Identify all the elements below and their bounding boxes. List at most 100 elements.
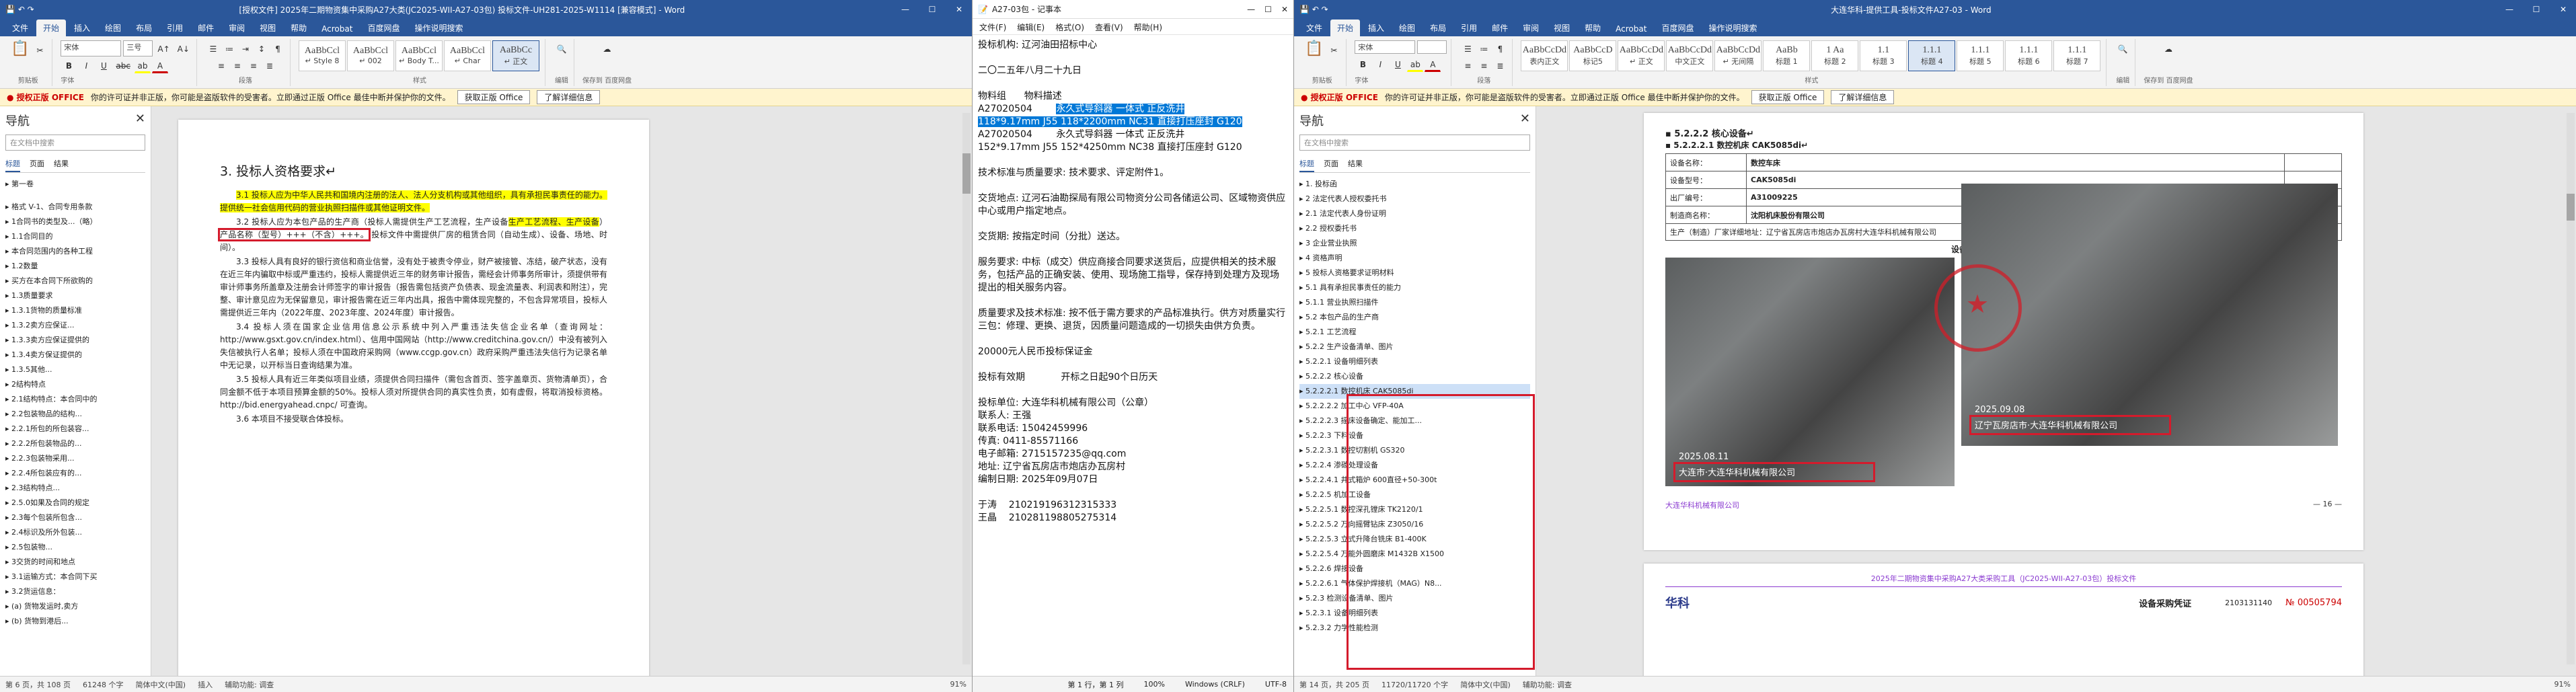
nav-tab[interactable]: 结果	[54, 156, 69, 172]
align-center-icon[interactable]: ≡	[229, 57, 245, 73]
nav-heading-item[interactable]: ▸ 2.2.4所包装应有的...	[5, 466, 145, 481]
justify-icon[interactable]: ≣	[1492, 57, 1508, 73]
minimize-button[interactable]: —	[2502, 5, 2517, 14]
nav-tab[interactable]: 页面	[1324, 156, 1338, 172]
get-office-button[interactable]: 获取正版 Office	[1751, 90, 1825, 104]
ribbon-tab[interactable]: 文件	[1299, 20, 1329, 36]
justify-icon[interactable]: ≣	[262, 57, 278, 73]
paste-button[interactable]: 📋	[8, 40, 32, 56]
nav-heading-item[interactable]: ▸ 3.1运输方式：本合同下买	[5, 570, 145, 584]
style-gallery-item[interactable]: AaBbCcD 标记5	[1569, 40, 1617, 71]
nav-search-input[interactable]: 在文档中搜索	[1299, 134, 1530, 151]
nav-heading-item[interactable]: ▸ 1.3.1货物的质量标准	[5, 303, 145, 318]
align-center-icon[interactable]: ≡	[1476, 57, 1492, 73]
nav-heading-item[interactable]: ▸ 第一卷	[5, 177, 145, 192]
bold-button[interactable]: B	[61, 57, 77, 73]
zoom-level[interactable]: 91%	[950, 680, 967, 689]
ribbon-tab[interactable]: 插入	[1361, 20, 1391, 36]
ribbon-tab[interactable]: 审阅	[1516, 20, 1546, 36]
style-gallery-item[interactable]: AaBbCcDd 中文正文	[1666, 40, 1714, 71]
shrink-font-button[interactable]: A↓	[175, 40, 192, 56]
bullets-icon[interactable]: ☰	[1460, 40, 1476, 56]
page-count[interactable]: 第 14 页，共 205 页	[1299, 679, 1369, 690]
vertical-scrollbar[interactable]	[962, 113, 971, 664]
ribbon-tab[interactable]: 百度网盘	[361, 20, 406, 36]
nav-heading-item[interactable]: ▸ 2 法定代表人授权委托书	[1299, 192, 1530, 206]
nav-heading-item[interactable]: ▸ (a) 货物发运时,卖方	[5, 599, 145, 614]
nav-heading-item[interactable]: ▸ 2.1结构特点：本合同中的	[5, 392, 145, 407]
autosave-icon[interactable]: 💾 ↶ ↷	[5, 5, 34, 14]
menu-item[interactable]: 查看(V)	[1095, 22, 1123, 32]
italic-button[interactable]: I	[78, 57, 94, 73]
style-gallery-item[interactable]: AaBbCcl ↵ Style 8	[298, 40, 346, 71]
nav-heading-item[interactable]: ▸ 5.1 具有承担民事责任的能力	[1299, 280, 1530, 295]
nav-heading-item[interactable]: ▸ 1.3.4卖方保证提供的	[5, 348, 145, 362]
cut-icon[interactable]: ✂	[1326, 42, 1342, 58]
nav-heading-item[interactable]: ▸ 5.2.2 生产设备清单、图片	[1299, 340, 1530, 354]
highlight-icon[interactable]: ab	[134, 57, 151, 73]
nav-heading-item[interactable]: ▸ (b) 货物到港后...	[5, 614, 145, 629]
style-gallery-item[interactable]: 1 Aa 标题 2	[1811, 40, 1859, 71]
bullets-icon[interactable]: ☰	[205, 40, 221, 56]
nav-heading-item[interactable]: ▸ 1.2数量	[5, 259, 145, 274]
ribbon-tab[interactable]: 邮件	[1485, 20, 1515, 36]
close-icon[interactable]: ✕	[135, 112, 145, 129]
style-gallery-item[interactable]: AaBb 标题 1	[1763, 40, 1811, 71]
cloud-save-icon[interactable]: ☁	[2160, 40, 2176, 56]
nav-tab[interactable]: 结果	[1348, 156, 1363, 172]
numbering-icon[interactable]: ≔	[1476, 40, 1492, 56]
style-gallery-item[interactable]: AaBbCcl ↵ Char	[443, 40, 491, 71]
nav-heading-item[interactable]: ▸ 3交货的时间和地点	[5, 555, 145, 570]
find-icon[interactable]: 🔍	[2115, 40, 2131, 56]
font-color-icon[interactable]: A	[151, 57, 168, 73]
strikethrough-button[interactable]: abc	[113, 57, 133, 73]
style-gallery-item[interactable]: AaBbCcDd ↵ 无间隔	[1714, 40, 1762, 71]
nav-heading-item[interactable]: ▸ 5.2 本包产品的生产商	[1299, 310, 1530, 325]
minimize-button[interactable]: —	[898, 5, 913, 14]
sort-icon[interactable]: ↕	[254, 40, 270, 56]
nav-heading-item[interactable]: ▸ 2.1 法定代表人身份证明	[1299, 206, 1530, 221]
align-left-icon[interactable]: ≡	[213, 57, 229, 73]
maximize-button[interactable]: ☐	[1264, 5, 1272, 14]
grow-font-button[interactable]: A↑	[155, 40, 172, 56]
word-count[interactable]: 11720/11720 个字	[1381, 679, 1448, 690]
show-marks-icon[interactable]: ¶	[270, 40, 286, 56]
close-button[interactable]: ✕	[1281, 5, 1288, 14]
ribbon-tab[interactable]: 布局	[1423, 20, 1453, 36]
close-button[interactable]: ✕	[952, 5, 967, 14]
nav-tab[interactable]: 页面	[30, 156, 44, 172]
ribbon-tab[interactable]: 邮件	[191, 20, 221, 36]
nav-heading-item[interactable]: ▸ 1合同书的类型及...（略）	[5, 215, 145, 229]
cut-icon[interactable]: ✂	[32, 42, 48, 58]
nav-heading-item[interactable]: ▸ 1.3质量要求	[5, 289, 145, 303]
ribbon-tab[interactable]: 开始	[1330, 20, 1361, 36]
maximize-button[interactable]: ☐	[925, 5, 940, 14]
nav-search-input[interactable]: 在文档中搜索	[5, 134, 145, 151]
find-icon[interactable]: 🔍	[554, 40, 570, 56]
ribbon-tab[interactable]: 引用	[160, 20, 190, 36]
zoom-level[interactable]: 91%	[2554, 680, 2571, 689]
nav-heading-item[interactable]: ▸ 1.1合同目的	[5, 229, 145, 244]
ribbon-tab[interactable]: 插入	[67, 20, 97, 36]
nav-heading-item[interactable]: ▸ 2.5包装物...	[5, 540, 145, 555]
show-marks-icon[interactable]: ¶	[1492, 40, 1508, 56]
nav-heading-item[interactable]: ▸ 5.2.1 工艺流程	[1299, 325, 1530, 340]
ribbon-tab[interactable]: 文件	[5, 20, 35, 36]
highlight-icon[interactable]: ab	[1407, 56, 1424, 72]
font-color-icon[interactable]: A	[1425, 56, 1441, 72]
nav-heading-item[interactable]: ▸ 1.3.3卖方应保证提供的	[5, 333, 145, 348]
font-name-select[interactable]: 宋体	[61, 40, 122, 56]
nav-heading-item[interactable]: ▸ 1. 投标函	[1299, 177, 1530, 192]
ribbon-tab[interactable]: 绘图	[1392, 20, 1422, 36]
nav-heading-item[interactable]: ▸ 1.3.5其他...	[5, 362, 145, 377]
ribbon-tab[interactable]: 操作说明搜索	[408, 20, 469, 36]
style-gallery-item[interactable]: AaBbCc ↵ 正文	[492, 40, 539, 71]
nav-heading-item[interactable]: ▸ 5.2.2.2 核心设备	[1299, 369, 1530, 384]
indent-icon[interactable]: ⇥	[237, 40, 254, 56]
nav-heading-item[interactable]: ▸ 2.2 授权委托书	[1299, 221, 1530, 236]
cloud-save-icon[interactable]: ☁	[599, 40, 615, 56]
text-editor[interactable]: 投标机构: 辽河油田招标中心 二〇二五年八月二十九日 物料组 物料描述 A2702…	[973, 35, 1293, 676]
nav-heading-item[interactable]: ▸ 2.4标识及所外包装...	[5, 525, 145, 540]
style-gallery-item[interactable]: 1.1.1 标题 6	[2005, 40, 2053, 71]
learn-more-button[interactable]: 了解详细信息	[537, 90, 601, 104]
